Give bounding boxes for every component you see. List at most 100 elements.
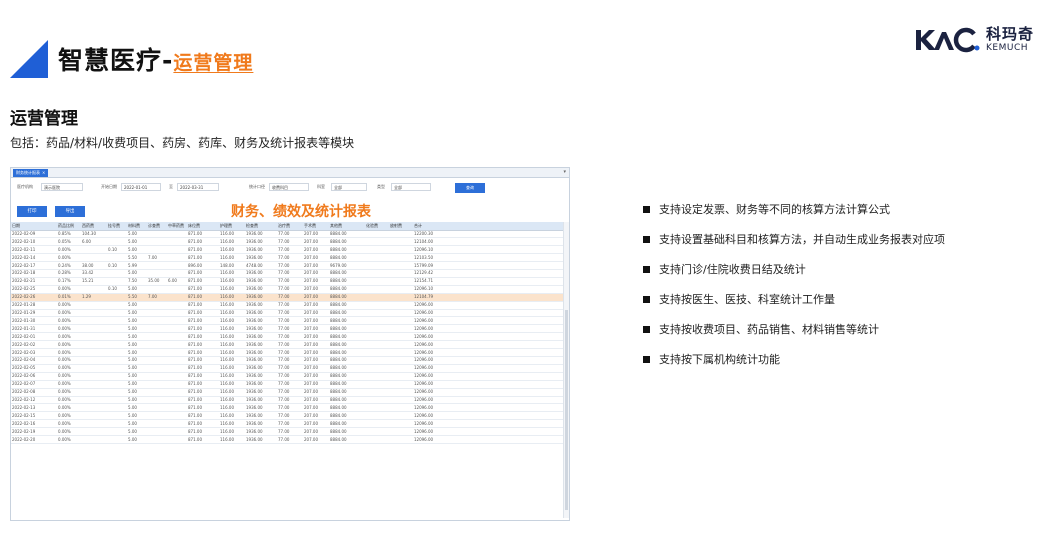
table-row[interactable]: 2022-02-01 0.00% 5.00 871.00 116.00 1936.00 77…	[11, 332, 563, 342]
column-header[interactable]: 中草药费	[167, 222, 187, 231]
filter-type-select[interactable]: 全部	[391, 183, 431, 191]
table-row[interactable]: 2022-02-06 0.00% 5.00 871.00 116.00 1936.00 77…	[11, 372, 563, 381]
table-row[interactable]: 2022-02-03 0.00% 5.00 871.00 116.00 1936.00 77…	[11, 348, 563, 357]
table-cell: 0.28%	[57, 269, 81, 278]
table-row[interactable]: 2022-02-10 0.05% 6.00 5.00 871.00 116.00 1936.…	[11, 237, 563, 247]
table-cell	[389, 396, 413, 405]
table-row[interactable]: 2022-02-19 0.00% 5.00 871.00 116.00 1936.00 77…	[11, 427, 563, 437]
table-row[interactable]: 2022-02-09 0.85% 104.30 5.00 871.00 116.00 193…	[11, 230, 563, 239]
column-header[interactable]: 药品比例	[57, 222, 81, 231]
table-row[interactable]: 2022-02-11 0.00% 0.10 5.00 871.00 116.00 1936.…	[11, 245, 563, 255]
table-cell: 77.00	[277, 380, 303, 389]
feature-item: 支持设定发票、财务等不同的核算方法计算公式	[643, 194, 945, 224]
table-cell: 116.00	[219, 380, 245, 389]
table-row[interactable]: 2022-02-18 0.28% 33.42 5.00 871.00 116.00 1936…	[11, 269, 563, 278]
table-row[interactable]: 2022-01-28 0.00% 5.00 871.00 116.00 1936.00 77…	[11, 301, 563, 310]
column-header[interactable]: 护理费	[219, 222, 245, 231]
table-cell	[167, 403, 187, 413]
table-row[interactable]: 2022-02-07 0.00% 5.00 871.00 116.00 1936.00 77…	[11, 380, 563, 389]
table-cell: 207.00	[303, 316, 329, 326]
column-header[interactable]: 床位费	[187, 222, 219, 231]
feature-item: 支持设置基础科目和核算方法，并自动生成业务报表对应项	[643, 224, 945, 254]
tab-report[interactable]: 财务统计报表 ×	[13, 169, 49, 177]
table-cell: 871.00	[187, 293, 219, 302]
table-row[interactable]: 2022-02-13 0.00% 5.00 871.00 116.00 1936.00 77…	[11, 403, 563, 413]
table-cell: 207.00	[303, 245, 329, 255]
table-row[interactable]: 2022-02-17 0.24% 38.00 0.10 5.99 896.00 148.00…	[11, 261, 563, 271]
table-row[interactable]: 2022-02-16 0.00% 5.00 871.00 116.00 1936.00 77…	[11, 419, 563, 429]
table-cell: 1936.00	[245, 396, 277, 405]
table-cell: 12096.00	[413, 396, 563, 405]
table-row[interactable]: 2022-02-26 0.01% 1.29 5.50 7.00 871.00 116.00 1…	[11, 293, 563, 302]
table-cell: 12200.30	[413, 230, 563, 239]
table-cell	[167, 269, 187, 278]
table-cell: 0.00%	[57, 380, 81, 389]
table-cell: 12096.00	[413, 316, 563, 326]
table-cell: 871.00	[187, 237, 219, 247]
column-header[interactable]: 治疗费	[277, 222, 303, 231]
column-header[interactable]: 检查费	[245, 222, 277, 231]
table-cell: 8884.00	[329, 309, 365, 318]
table-row[interactable]: 2022-02-08 0.00% 5.00 871.00 116.00 1936.00 77…	[11, 388, 563, 397]
column-header[interactable]: 日期	[11, 222, 57, 231]
table-row[interactable]: 2022-02-25 0.00% 0.10 5.00 871.00 116.00 1936.…	[11, 285, 563, 294]
table-cell	[81, 435, 107, 444]
table-cell	[81, 419, 107, 429]
table-cell	[107, 403, 127, 413]
table-row[interactable]: 2022-01-30 0.00% 5.00 871.00 116.00 1936.00 77…	[11, 316, 563, 326]
table-cell	[147, 380, 167, 389]
table-cell: 5.00	[127, 380, 147, 389]
table-row[interactable]: 2022-01-29 0.00% 5.00 871.00 116.00 1936.00 77…	[11, 309, 563, 318]
table-row[interactable]: 2022-02-20 0.00% 5.00 871.00 116.00 1936.00 77…	[11, 435, 563, 444]
table-cell: 0.00%	[57, 372, 81, 381]
filter-scope-select[interactable]: 收费科目	[269, 183, 309, 191]
table-cell: 871.00	[187, 309, 219, 318]
table-cell: 77.00	[277, 230, 303, 239]
table-row[interactable]: 2022-01-31 0.00% 5.00 871.00 116.00 1936.00 77…	[11, 324, 563, 334]
table-cell: 116.00	[219, 427, 245, 437]
table-cell: 1936.00	[245, 427, 277, 437]
table-cell: 871.00	[187, 380, 219, 389]
filter-dept-select[interactable]: 全部	[331, 183, 367, 191]
collapse-icon[interactable]: ▾	[563, 169, 566, 175]
table-cell	[107, 324, 127, 334]
table-cell: 1936.00	[245, 332, 277, 342]
table-cell	[81, 253, 107, 263]
scrollbar-thumb[interactable]	[565, 310, 568, 510]
table-cell: 8884.00	[329, 245, 365, 255]
table-cell: 1936.00	[245, 356, 277, 365]
table-row[interactable]: 2022-02-04 0.00% 5.00 871.00 116.00 1936.00 77…	[11, 356, 563, 365]
print-button[interactable]: 打印	[17, 206, 47, 217]
export-button[interactable]: 导出	[55, 206, 85, 217]
table-scrollbar[interactable]	[563, 222, 569, 518]
table-cell: 207.00	[303, 277, 329, 286]
column-header[interactable]: 手术费	[303, 222, 329, 231]
filter-end-date[interactable]: 2022-03-31	[177, 183, 219, 191]
brand-name-cn: 科玛奇	[986, 25, 1035, 43]
column-header[interactable]: 西药费	[81, 222, 107, 231]
filter-start-date[interactable]: 2022-01-01	[121, 183, 161, 191]
table-row[interactable]: 2022-02-02 0.00% 5.00 871.00 116.00 1936.00 77…	[11, 340, 563, 350]
table-cell	[147, 301, 167, 310]
table-cell	[147, 356, 167, 365]
table-row[interactable]: 2022-02-12 0.00% 5.00 871.00 116.00 1936.00 77…	[11, 396, 563, 405]
table-cell: 1936.00	[245, 388, 277, 397]
table-cell: 4748.00	[245, 261, 277, 271]
table-row[interactable]: 2022-02-05 0.00% 5.00 871.00 116.00 1936.00 77…	[11, 364, 563, 373]
table-row[interactable]: 2022-02-14 0.00% 5.50 7.00 871.00 116.00 1936.…	[11, 253, 563, 263]
table-row[interactable]: 2022-02-21 0.17% 15.21 7.50 35.00 6.00 871.00 1…	[11, 277, 563, 286]
tab-close-icon[interactable]: ×	[42, 170, 45, 175]
column-header[interactable]: 其他费	[329, 222, 365, 231]
query-button[interactable]: 查询	[455, 183, 485, 193]
table-cell	[389, 419, 413, 429]
filter-org-select[interactable]: 演示医院	[41, 183, 83, 191]
column-header[interactable]: 挂号费	[107, 222, 127, 231]
table-cell	[147, 316, 167, 326]
column-header[interactable]: 放射费	[389, 222, 413, 231]
column-header[interactable]: 诊查费	[147, 222, 167, 231]
column-header[interactable]: 化验费	[365, 222, 389, 231]
table-row[interactable]: 2022-02-15 0.00% 5.00 871.00 116.00 1936.00 77…	[11, 411, 563, 421]
column-header[interactable]: 材料费	[127, 222, 147, 231]
column-header[interactable]: 合计	[413, 222, 563, 231]
table-cell: 0.24%	[57, 261, 81, 271]
